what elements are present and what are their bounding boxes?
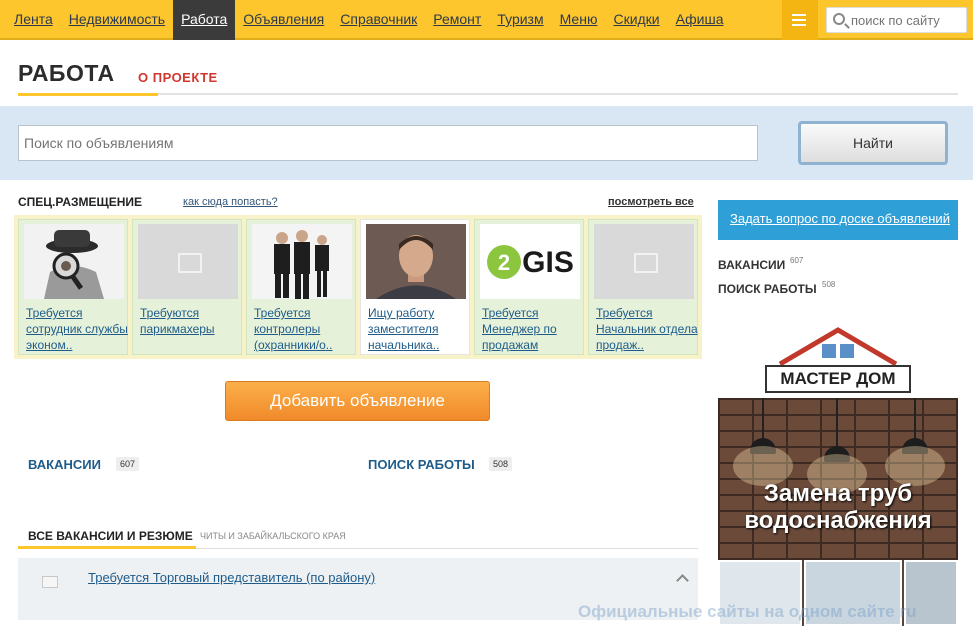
category-vacancies-link[interactable]: ВАКАНСИИ [28,457,101,472]
spec-card-caption[interactable]: Требуется сотрудник службы эконом.. [26,305,128,353]
spec-card[interactable]: Требуется контролеры (охранники/о.. [246,219,356,355]
nav-item-directory[interactable]: Справочник [332,0,425,40]
spec-card-caption[interactable]: Требуется Менеджер по продажам [482,305,584,353]
sidebar-count: 607 [790,256,804,265]
nav-item-repair[interactable]: Ремонт [425,0,489,40]
all-section-title: ВСЕ ВАКАНСИИ И РЕЗЮМЕ [28,529,193,543]
lamp-cord [836,398,838,446]
lamp-cord [914,398,916,438]
spec-view-all-link[interactable]: посмотреть все [608,196,694,208]
sidebar-job-search-link[interactable]: ПОИСК РАБОТЫ [718,282,817,296]
nav-item-afisha[interactable]: Афиша [668,0,732,40]
house-roof-icon [778,327,898,366]
watermark: Официальные сайты на одном сайте ru [578,602,917,621]
lamp-cord [762,398,764,438]
nav-item-lenta[interactable]: Лента [6,0,61,40]
title-divider-accent [18,93,158,96]
sidebar-count: 508 [822,280,836,289]
chevron-up-icon[interactable] [676,574,689,587]
advert-header: МАСТЕР ДОМ [718,316,958,398]
nav-item-ads[interactable]: Объявления [235,0,332,40]
advert-headline: Замена труб водоснабжения [744,480,932,534]
nav-item-work[interactable]: Работа [173,0,236,40]
spec-card-caption[interactable]: Требуются парикмахеры [140,305,242,337]
nav-item-realty[interactable]: Недвижимость [61,0,173,40]
site-search-input[interactable] [851,11,965,29]
sidebar-vacancies-link[interactable]: ВАКАНСИИ [718,258,785,272]
spec-card[interactable]: Требуется Начальник отдела продаж.. [588,219,698,355]
portrait-photo [366,224,466,299]
spec-card[interactable]: 2 GIS Требуется Менеджер по продажам [474,219,584,355]
category-count-badge: 607 [116,457,140,471]
spec-how-link[interactable]: как сюда попасть? [183,196,278,208]
image-placeholder-icon [594,224,694,299]
detective-photo [24,224,124,299]
image-placeholder-icon [138,224,238,299]
ads-search-input[interactable] [18,125,758,161]
find-button[interactable]: Найти [798,121,948,165]
svg-text:GIS: GIS [522,246,574,279]
advert-brand: МАСТЕР ДОМ [765,365,911,393]
nav-item-menu[interactable]: Меню [552,0,606,40]
spec-card[interactable]: Ищу работу заместителя начальника.. [360,219,470,355]
spec-card-caption[interactable]: Ищу работу заместителя начальника.. [368,305,470,353]
spec-card-caption[interactable]: Требуется контролеры (охранники/о.. [254,305,356,353]
advert-banner[interactable]: МАСТЕР ДОМ Замена труб водоснабжения [718,316,958,626]
spec-card-caption[interactable]: Требуется Начальник отдела продаж.. [596,305,698,353]
ask-question-button[interactable]: Задать вопрос по доске объявлений [718,200,958,240]
spec-card[interactable]: Требуются парикмахеры [132,219,242,355]
nav-item-discounts[interactable]: Скидки [605,0,667,40]
site-search-box [826,7,967,33]
title-divider [18,93,958,95]
listing-title-link[interactable]: Требуется Торговый представитель (по рай… [88,570,375,585]
about-project-link[interactable]: О ПРОЕКТЕ [138,70,218,85]
category-job-search-link[interactable]: ПОИСК РАБОТЫ [368,457,475,472]
hamburger-icon[interactable] [782,0,818,40]
2gis-logo: 2 GIS [480,224,580,299]
add-ad-button[interactable]: Добавить объявление [225,381,490,421]
search-band: Найти [0,106,973,180]
svg-text:2: 2 [498,250,510,275]
spec-card[interactable]: Требуется сотрудник службы эконом.. [18,219,128,355]
category-count-badge: 508 [489,457,513,471]
top-nav-bar: Лента Недвижимость Работа Объявления Спр… [0,0,973,40]
page-title: РАБОТА [18,60,115,86]
all-section-divider-accent [18,546,196,549]
search-icon[interactable] [833,13,845,25]
main-nav: Лента Недвижимость Работа Объявления Спр… [6,0,731,40]
all-section-subtitle: ЧИТЫ И ЗАБАЙКАЛЬСКОГО КРАЯ [200,531,346,541]
guards-photo [252,224,352,299]
spec-section-title: СПЕЦ.РАЗМЕЩЕНИЕ [18,195,143,209]
nav-item-tourism[interactable]: Туризм [489,0,551,40]
image-placeholder-icon [42,576,58,588]
